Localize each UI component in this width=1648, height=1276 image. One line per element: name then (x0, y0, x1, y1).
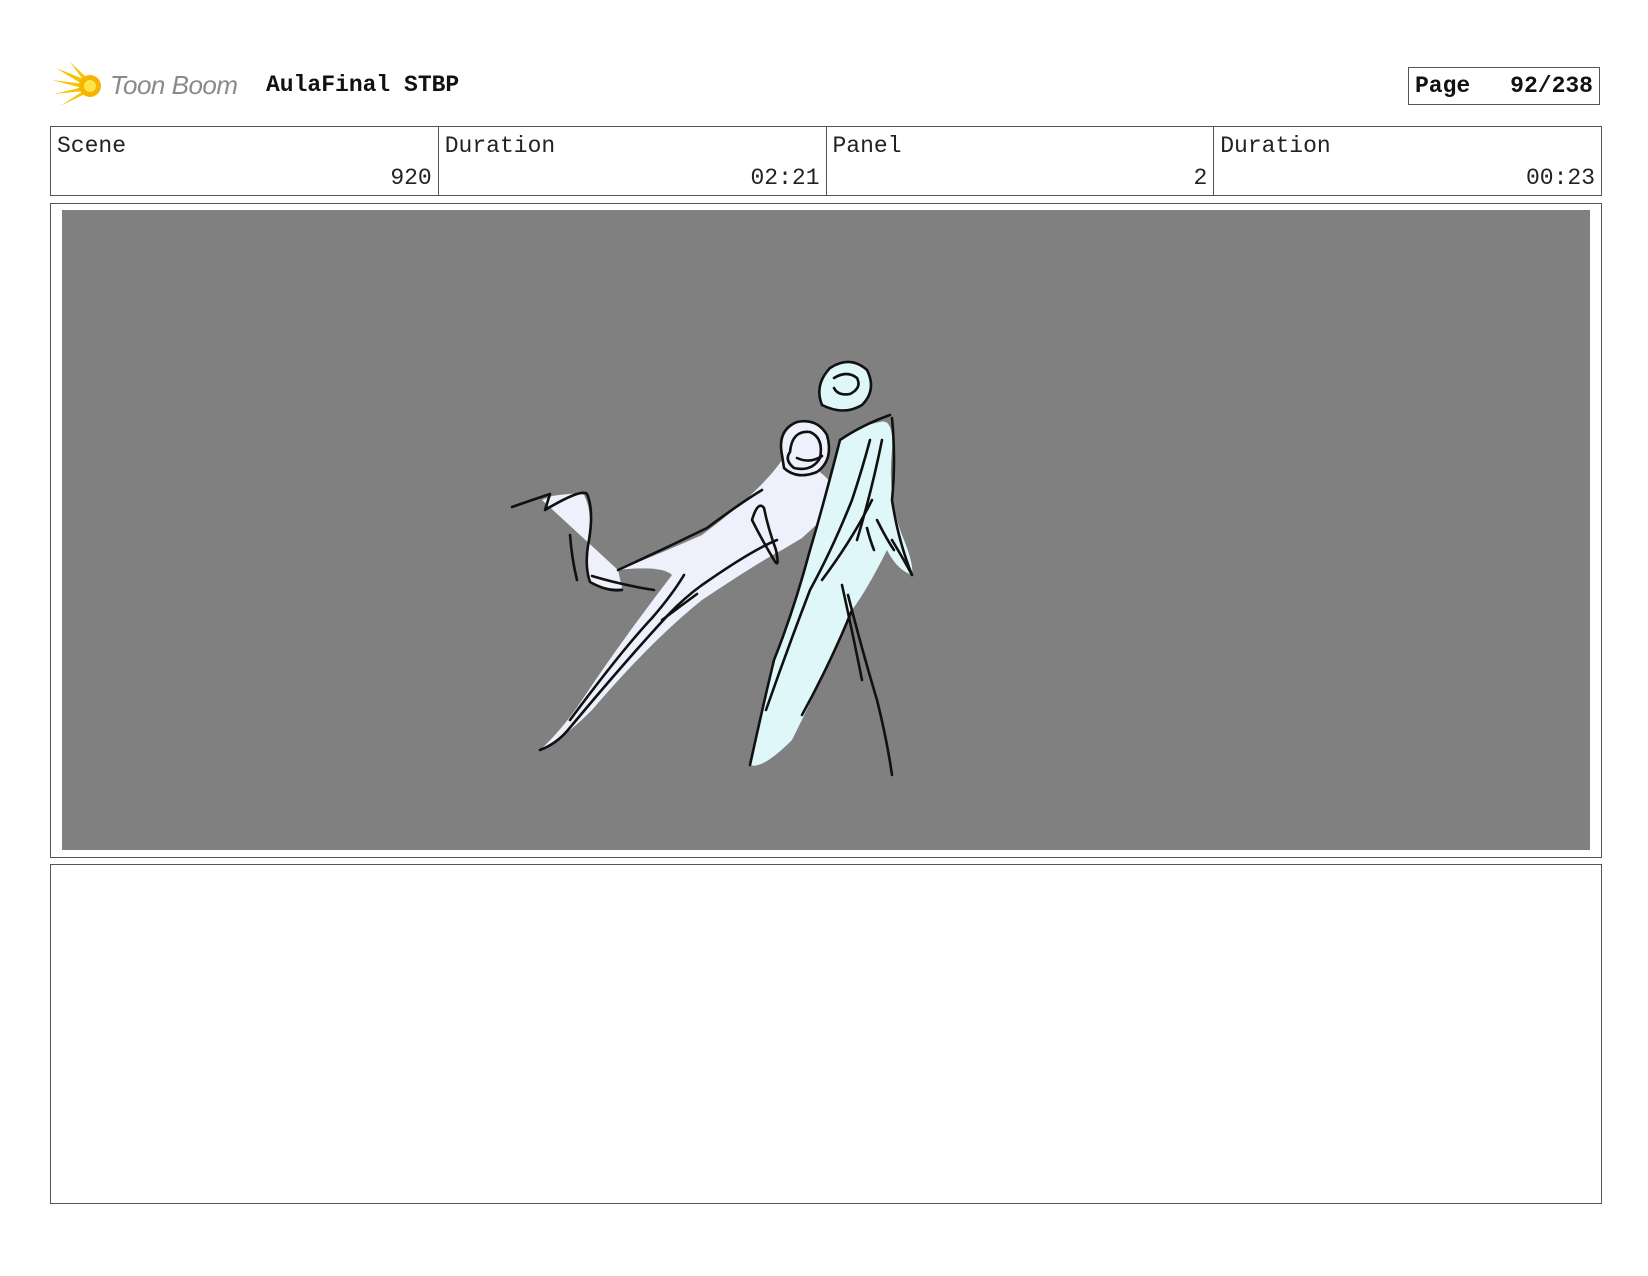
scene-label: Scene (57, 133, 127, 159)
toon-boom-star-icon (52, 62, 101, 106)
panel-notes-box (50, 864, 1602, 1204)
panel-duration-value: 00:23 (1525, 165, 1595, 191)
panel-label: Panel (832, 133, 902, 159)
storyboard-sketch (510, 360, 914, 777)
scene-duration-value: 02:21 (750, 165, 820, 191)
scene-cell: Scene 920 (51, 127, 439, 195)
page-header: Toon Boom AulaFinal STBP (50, 58, 1602, 108)
panel-value: 2 (1193, 165, 1208, 191)
project-title: AulaFinal STBP (266, 72, 460, 98)
panel-frame (50, 203, 1602, 858)
toon-boom-logo: Toon Boom (52, 60, 252, 110)
panel-duration-label: Duration (1220, 133, 1331, 159)
storyboard-panel-image (62, 210, 1590, 850)
panel-duration-cell: Duration 00:23 (1214, 127, 1601, 195)
page-label: Page (1415, 73, 1471, 99)
page-indicator: Page 92/238 (1408, 67, 1600, 105)
scene-duration-label: Duration (444, 133, 556, 159)
scene-info-row: Scene 920 Duration 02:21 Panel 2 Duratio… (50, 126, 1602, 196)
page-number: 92/238 (1510, 73, 1593, 99)
sketch-figure-right (748, 360, 914, 777)
scene-value: 920 (390, 165, 432, 191)
logo-text: Toon Boom (110, 70, 238, 100)
scene-duration-cell: Duration 02:21 (439, 127, 827, 195)
panel-cell: Panel 2 (827, 127, 1215, 195)
